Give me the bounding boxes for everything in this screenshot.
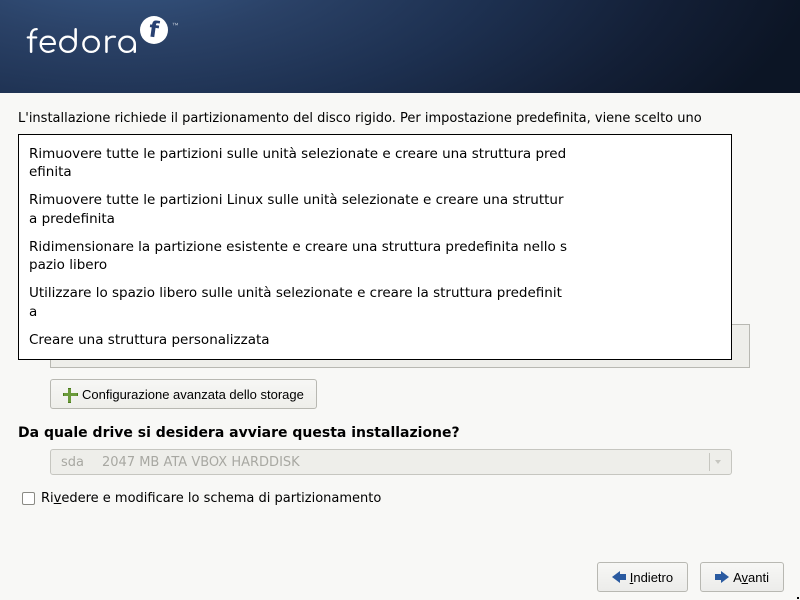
installer-header: fedora f ™: [0, 0, 800, 93]
brand-name: fedora: [26, 28, 138, 60]
partition-option-custom[interactable]: Creare una struttura personalizzata: [19, 326, 579, 354]
review-partitioning-checkbox[interactable]: Rivedere e modificare lo schema di parti…: [22, 491, 381, 506]
advanced-storage-label: Configurazione avanzata dello storage: [82, 387, 304, 402]
advanced-storage-button[interactable]: Configurazione avanzata dello storage: [50, 379, 317, 409]
back-button-label: Indietro: [630, 570, 673, 585]
fedora-logo: fedora f ™: [26, 28, 179, 60]
next-button-label: Avanti: [733, 570, 769, 585]
checkbox-icon[interactable]: [22, 492, 35, 505]
partition-scheme-dropdown[interactable]: Rimuovere tutte le partizioni sulle unit…: [18, 134, 732, 360]
partition-option-remove-all[interactable]: Rimuovere tutte le partizioni sulle unit…: [19, 140, 579, 186]
partition-option-resize[interactable]: Ridimensionare la partizione esistente e…: [19, 233, 579, 279]
chevron-down-icon: [715, 460, 721, 464]
review-partitioning-label: Rivedere e modificare lo schema di parti…: [41, 491, 381, 506]
nav-footer: Indietro Avanti: [597, 562, 784, 592]
arrow-left-icon: [612, 571, 626, 583]
trademark-symbol: ™: [172, 22, 179, 31]
partition-option-use-free[interactable]: Utilizzare lo spazio libero sulle unità …: [19, 279, 579, 325]
plus-icon: [63, 388, 76, 401]
arrow-right-icon: [715, 571, 729, 583]
boot-drive-question: Da quale drive si desidera avviare quest…: [18, 425, 460, 441]
boot-drive-device: sda: [61, 455, 84, 470]
fedora-f-icon: f: [140, 16, 168, 44]
partition-option-remove-linux[interactable]: Rimuovere tutte le partizioni Linux sull…: [19, 186, 579, 232]
boot-drive-select[interactable]: sda 2047 MB ATA VBOX HARDDISK: [50, 449, 732, 475]
boot-drive-description: 2047 MB ATA VBOX HARDDISK: [102, 455, 300, 470]
back-button[interactable]: Indietro: [597, 562, 688, 592]
partitioning-intro-text: L'installazione richiede il partizioname…: [18, 111, 782, 126]
next-button[interactable]: Avanti: [700, 562, 784, 592]
boot-drive-dropdown-handle[interactable]: [709, 453, 725, 471]
cursor: [797, 597, 799, 599]
